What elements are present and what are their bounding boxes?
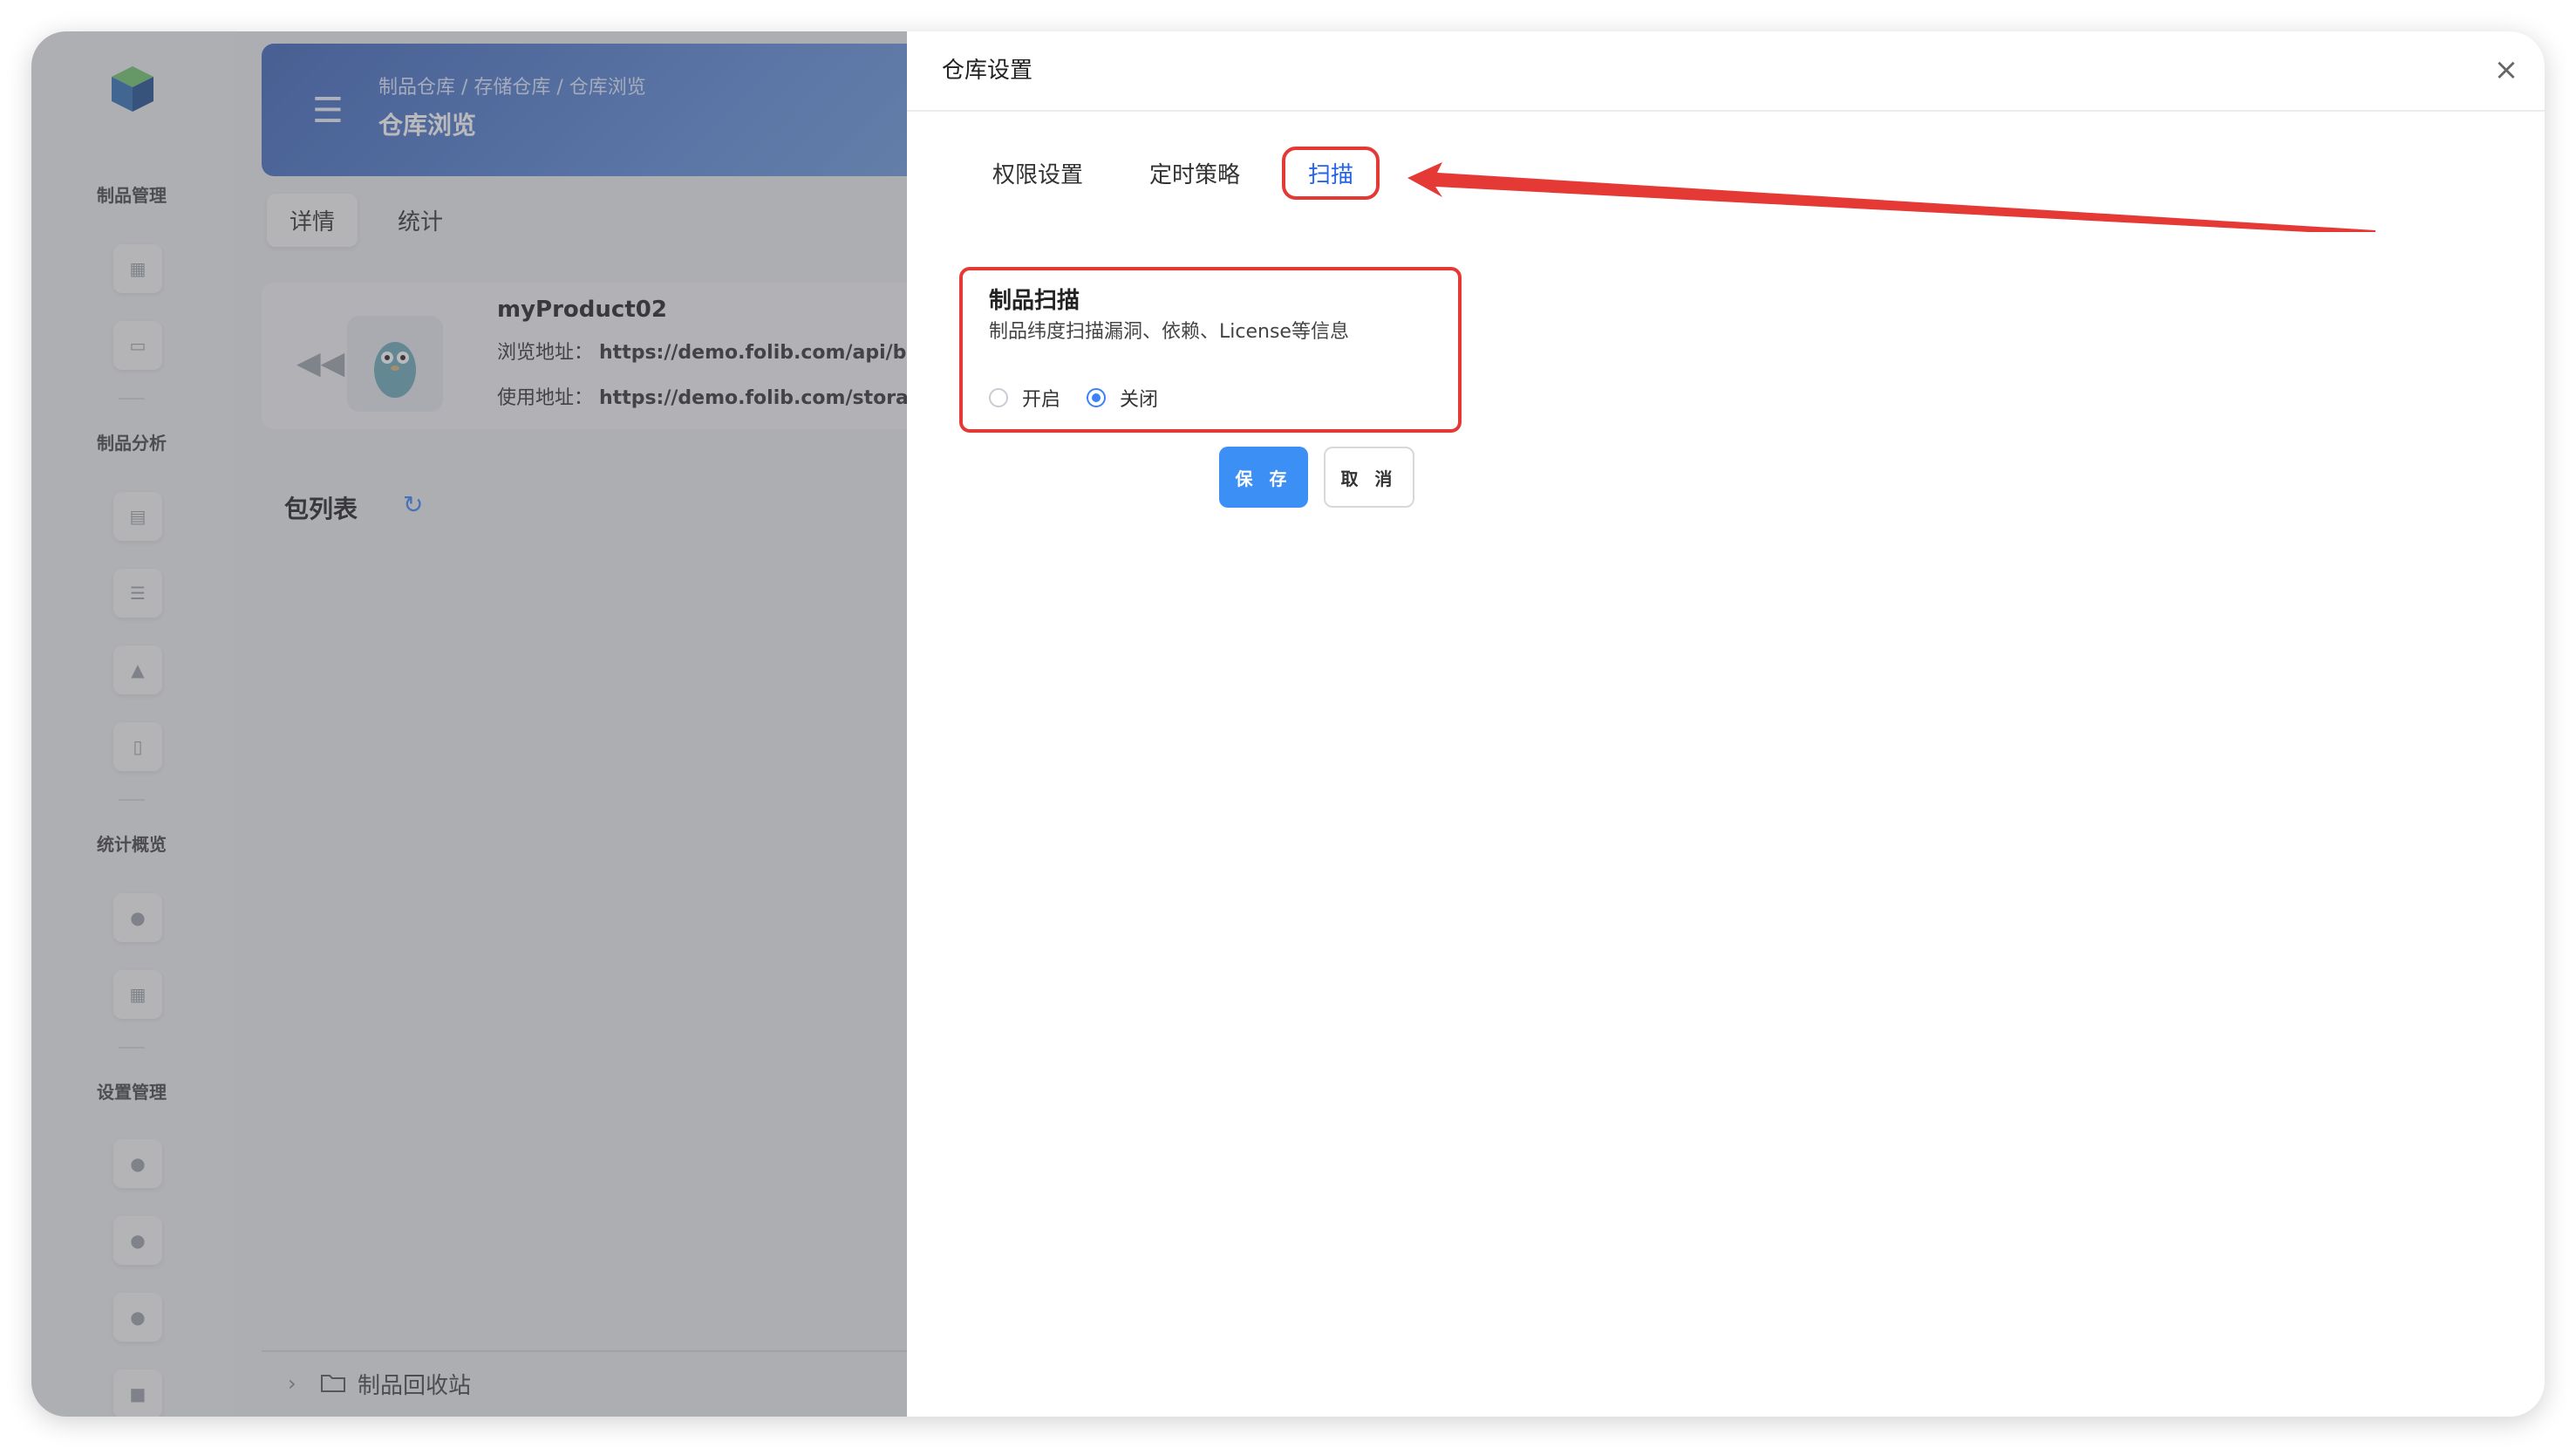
tab-schedule[interactable]: 定时策略 <box>1135 147 1254 200</box>
modal-overlay[interactable] <box>31 31 938 1417</box>
tab-scan[interactable]: 扫描 <box>1282 147 1380 200</box>
scan-setting-box: 制品扫描 制品纬度扫描漏洞、依赖、License等信息 开启 关闭 <box>959 267 1462 433</box>
drawer-tabs: 权限设置 定时策略 扫描 <box>978 147 1418 200</box>
close-icon[interactable]: × <box>2491 54 2522 85</box>
radio-off-label[interactable]: 关闭 <box>1120 384 1158 412</box>
annotation-arrow <box>1407 162 2375 232</box>
scan-radio-group: 开启 关闭 <box>989 384 1184 412</box>
drawer-header: 仓库设置 × <box>907 31 2545 112</box>
radio-on-label[interactable]: 开启 <box>1022 384 1060 412</box>
scan-description: 制品纬度扫描漏洞、依赖、License等信息 <box>989 321 1349 343</box>
drawer-title: 仓库设置 <box>942 58 1033 84</box>
app-window: 制品管理 ▦ ▭ 制品分析 ▤ ☰ ▲ ▯ 统计概览 ● ▦ 设置管理 ● ● … <box>31 31 2545 1417</box>
cancel-button[interactable]: 取 消 <box>1324 447 1414 508</box>
radio-off[interactable] <box>1087 388 1107 407</box>
tab-permissions[interactable]: 权限设置 <box>978 147 1097 200</box>
radio-on[interactable] <box>989 388 1008 407</box>
scan-title: 制品扫描 <box>989 288 1080 314</box>
settings-drawer: 仓库设置 × 权限设置 定时策略 扫描 制品扫描 制品纬度扫描漏洞、依赖、Lic… <box>907 31 2545 1417</box>
save-button[interactable]: 保 存 <box>1219 447 1308 508</box>
